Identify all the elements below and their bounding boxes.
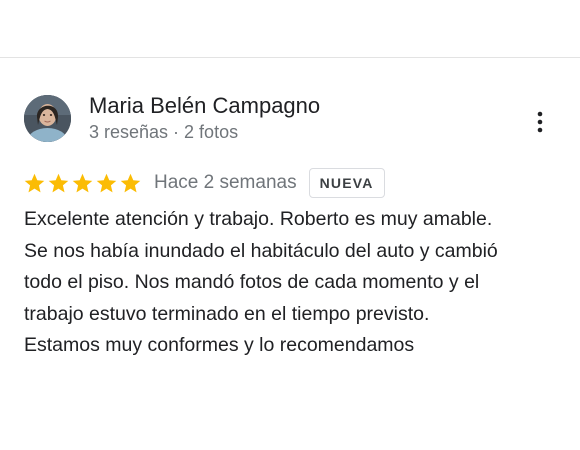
reviewer-stats[interactable]: 3 reseñas · 2 fotos [89, 121, 238, 143]
star-icon [96, 173, 117, 192]
review-text: Excelente atención y trabajo. Roberto es… [24, 204, 564, 362]
star-icon [24, 173, 45, 192]
more-vert-icon [537, 111, 543, 133]
star-rating [23, 172, 142, 195]
review-card: Maria Belén Campagno 3 reseñas · 2 fotos… [0, 0, 580, 450]
review-text-line: Se nos había inundado el habitáculo del … [24, 239, 498, 262]
reviewer-avatar[interactable] [24, 95, 71, 142]
star-icon [48, 173, 69, 192]
more-options-button[interactable] [526, 108, 554, 136]
review-text-line: trabajo estuvo terminado en el tiempo pr… [24, 302, 430, 325]
review-text-line: Excelente atención y trabajo. Roberto es… [24, 208, 493, 230]
review-text-line: Estamos muy conformes y lo recomendamos [24, 334, 415, 356]
review-text-line: todo el piso. Nos mandó fotos de cada mo… [24, 271, 480, 293]
reviewer-name[interactable]: Maria Belén Campagno [89, 92, 320, 120]
review-date: Hace 2 semanas [154, 172, 297, 193]
new-badge: NUEVA [308, 168, 385, 198]
rating-row: Hace 2 semanas NUEVA [23, 167, 385, 199]
star-icon [120, 173, 141, 192]
star-icon [72, 173, 93, 192]
reviewer-avatar-photo [24, 95, 71, 142]
